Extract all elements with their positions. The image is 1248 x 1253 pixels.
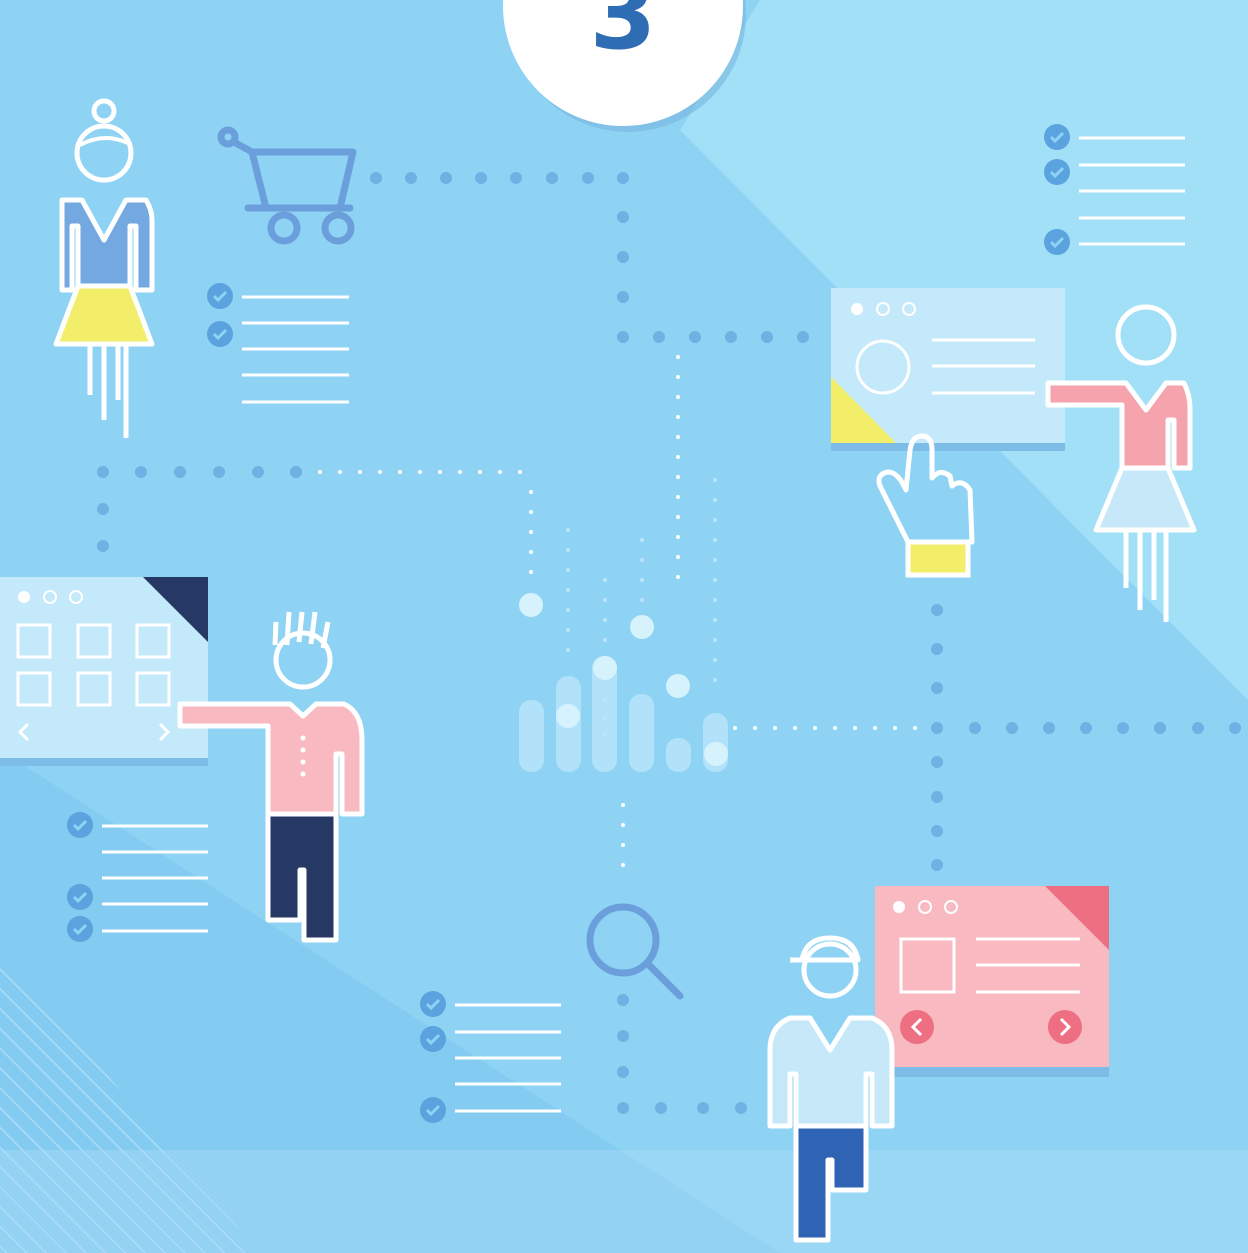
browser-window-profile	[831, 288, 1065, 451]
illustration-canvas: 3	[0, 0, 1248, 1253]
browser-window-product	[875, 886, 1109, 1077]
step-number: 3	[590, 0, 657, 71]
browser-window-gallery	[0, 577, 208, 766]
chevron-left-icon	[900, 1010, 934, 1044]
speckled-floor	[0, 1150, 1248, 1253]
chevron-right-icon	[1048, 1010, 1082, 1044]
